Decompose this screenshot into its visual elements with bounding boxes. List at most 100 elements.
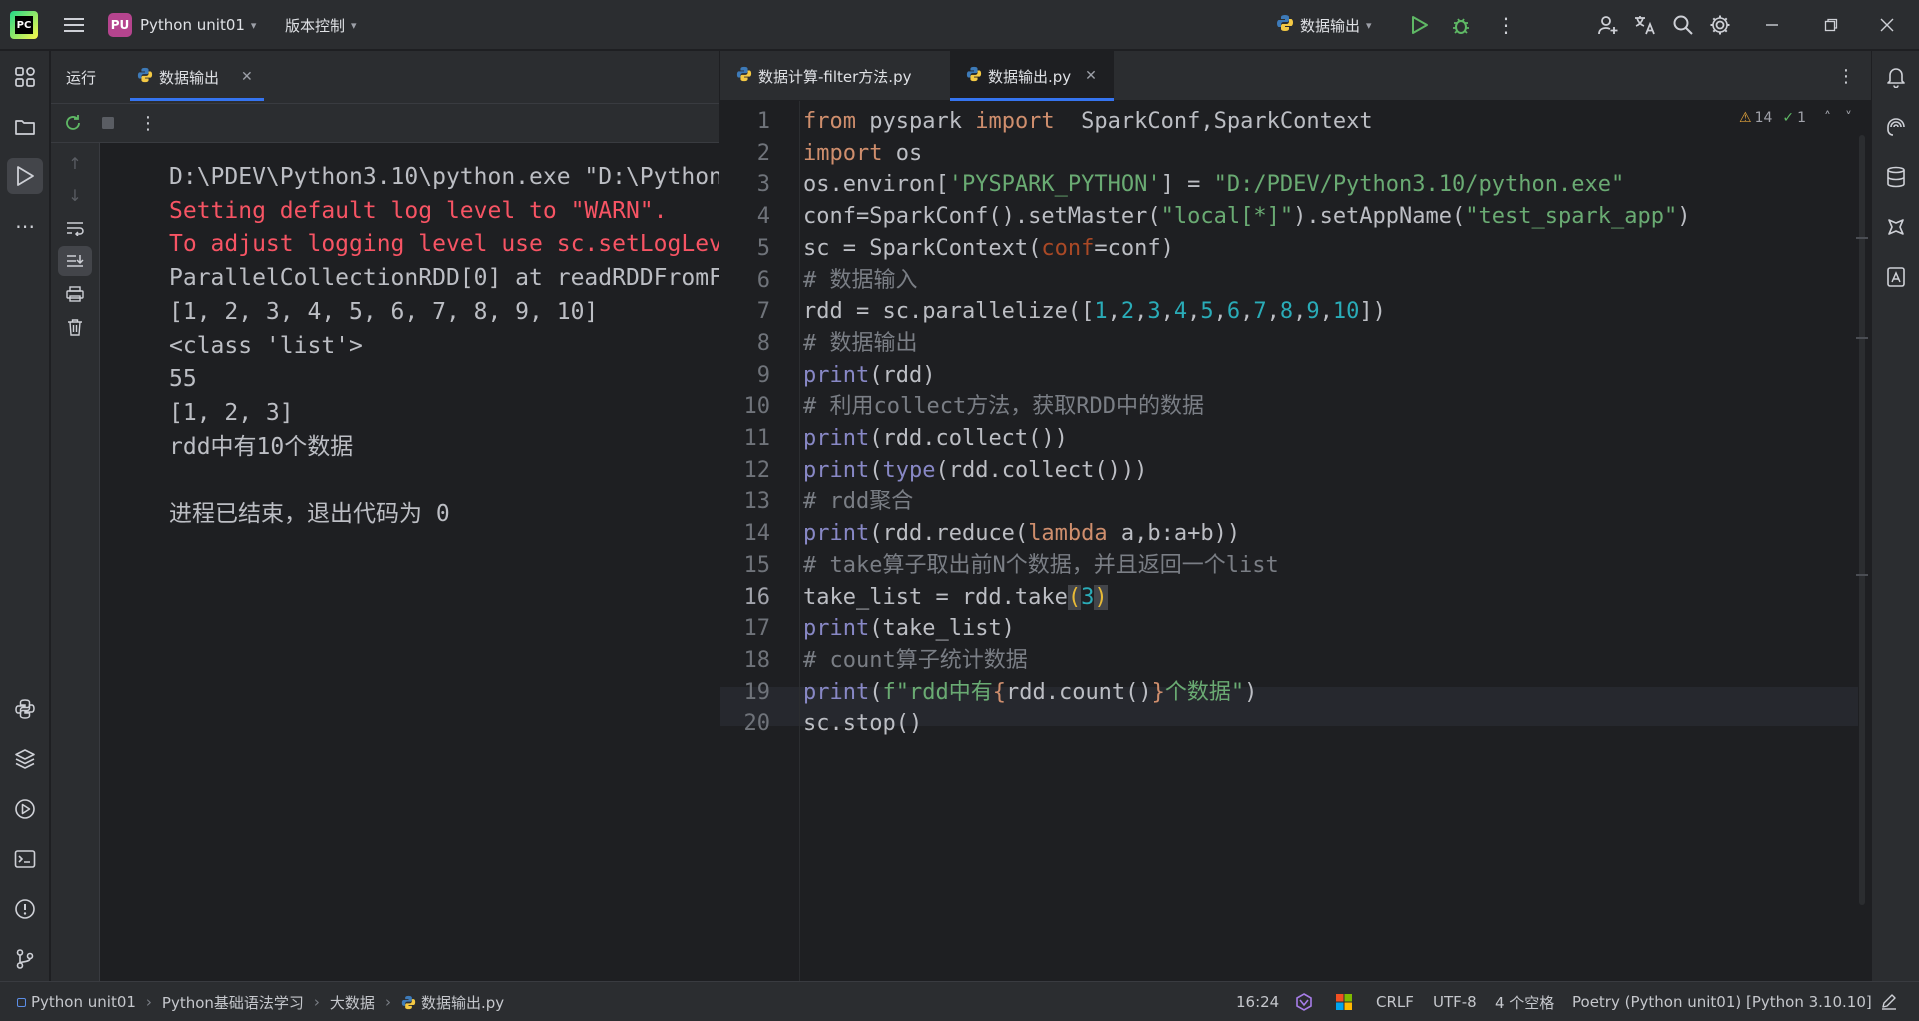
breadcrumb-subfolder[interactable]: 大数据: [330, 992, 375, 1013]
close-icon[interactable]: ✕: [241, 69, 253, 85]
problems-icon[interactable]: [7, 891, 43, 927]
code-token: ): [1244, 679, 1258, 705]
code-line[interactable]: rdd = sc.parallelize([1,2,3,4,5,6,7,8,9,…: [803, 297, 1386, 327]
code-line[interactable]: take_list = rdd.take(3): [803, 583, 1108, 613]
layers-icon[interactable]: [7, 741, 43, 777]
rerun-icon[interactable]: [56, 106, 90, 140]
chevron-up-icon[interactable]: ˄: [1824, 110, 1831, 126]
close-window-icon[interactable]: [1869, 7, 1905, 43]
project-selector[interactable]: PU Python unit01 ▾: [108, 10, 256, 40]
close-icon[interactable]: ✕: [1085, 68, 1097, 84]
code-line[interactable]: # 数据输出: [803, 329, 918, 359]
breadcrumb-folder[interactable]: Python基础语法学习: [162, 992, 304, 1013]
terminal-icon[interactable]: [7, 841, 43, 877]
code-editor[interactable]: 1 2 3 4 5 6 7 8 9 10 11 12 13 14 15 16 17 18 19 20 from pys…: [720, 101, 1871, 981]
caret-position[interactable]: 16:24: [1236, 982, 1279, 1021]
code-line[interactable]: from pyspark import SparkConf,SparkConte…: [803, 107, 1373, 137]
translate-icon[interactable]: [1627, 7, 1663, 43]
indent-setting[interactable]: 4 个空格: [1495, 982, 1554, 1021]
code-line[interactable]: # count算子统计数据: [803, 646, 1028, 676]
code-line[interactable]: sc = SparkContext(conf=conf): [803, 234, 1174, 264]
database-icon[interactable]: [1878, 159, 1914, 195]
code-line[interactable]: print(rdd): [803, 361, 935, 391]
code-line[interactable]: conf=SparkConf().setMaster("local[*]").s…: [803, 202, 1690, 232]
line-separator[interactable]: CRLF: [1376, 982, 1414, 1021]
translation-panel-icon[interactable]: [1878, 259, 1914, 295]
console-output[interactable]: D:\PDEV\Python3.10\python.exe "D:\Python…: [100, 143, 719, 981]
more-horizontal-icon[interactable]: ⋯: [7, 208, 43, 244]
python-console-icon[interactable]: [7, 691, 43, 727]
tab-filter-method[interactable]: 数据计算-filter方法.py: [720, 51, 950, 101]
run-tool-icon[interactable]: [7, 158, 43, 194]
line-number: 6: [756, 267, 770, 293]
console-line: 55: [169, 366, 197, 393]
plugin-icon[interactable]: [1878, 209, 1914, 245]
code-line[interactable]: import os: [803, 139, 922, 169]
check-icon: ✓: [1782, 110, 1795, 126]
soft-wrap-icon[interactable]: [58, 213, 92, 243]
code-line[interactable]: print(rdd.collect()): [803, 424, 1068, 454]
trash-icon[interactable]: [58, 312, 92, 342]
search-icon[interactable]: [1665, 7, 1701, 43]
stop-icon[interactable]: [91, 106, 125, 140]
run-toolbar: ⋮: [51, 103, 719, 143]
restore-icon[interactable]: [1813, 7, 1849, 43]
run-tab[interactable]: 数据输出 ✕: [129, 51, 261, 103]
code-line[interactable]: # 利用collect方法，获取RDD中的数据: [803, 392, 1204, 422]
more-vertical-icon[interactable]: ⋮: [1488, 7, 1524, 43]
gear-icon[interactable]: [1702, 7, 1738, 43]
pycharm-logo-icon[interactable]: PC: [10, 11, 38, 39]
code-token: (rdd.collect()): [869, 426, 1068, 451]
title-bar: PC PU Python unit01 ▾ 版本控制 ▾ 数据输出 ▾ ⋮: [0, 0, 1919, 50]
code-token: 3: [1147, 299, 1161, 325]
line-number: 9: [756, 362, 770, 388]
ai-assistant-icon[interactable]: [1878, 109, 1914, 145]
scroll-to-end-icon[interactable]: [58, 246, 92, 276]
services-icon[interactable]: [7, 791, 43, 827]
console-line: To adjust logging level use sc.setLogLev: [169, 231, 719, 258]
code-line[interactable]: sc.stop(): [803, 709, 922, 739]
chevron-down-icon[interactable]: ˅: [1845, 110, 1852, 126]
python-file-icon: [966, 66, 982, 86]
windows-icon[interactable]: [1335, 982, 1353, 1021]
lock-edit-icon[interactable]: [1880, 982, 1898, 1021]
code-line[interactable]: # rdd聚合: [803, 487, 913, 517]
code-line[interactable]: print(rdd.reduce(lambda a,b:a+b)): [803, 519, 1240, 549]
code-line[interactable]: # 数据输入: [803, 266, 918, 296]
print-icon[interactable]: [58, 279, 92, 309]
vcs-menu[interactable]: 版本控制 ▾: [285, 10, 357, 40]
line-number-gutter: 1 2 3 4 5 6 7 8 9 10 11 12 13 14 15 16 17 18 19 20: [720, 101, 800, 981]
run-icon[interactable]: [1402, 7, 1438, 43]
chevron-down-icon: ▾: [250, 18, 257, 32]
notifications-icon[interactable]: [1878, 59, 1914, 95]
code-line[interactable]: print(f"rdd中有{rdd.count()}个数据"): [803, 678, 1257, 708]
code-line[interactable]: print(take_list): [803, 614, 1015, 644]
ai-status-icon[interactable]: [1294, 982, 1314, 1021]
tab-data-output[interactable]: 数据输出.py ✕: [950, 51, 1114, 101]
breadcrumb-project[interactable]: Python unit01: [31, 993, 136, 1011]
code-line[interactable]: print(type(rdd.collect())): [803, 456, 1147, 486]
breadcrumb-file[interactable]: 数据输出.py: [421, 992, 504, 1013]
main-menu-icon[interactable]: [56, 7, 92, 43]
vertical-scrollbar[interactable]: [1859, 135, 1865, 905]
code-line[interactable]: os.environ['PYSPARK_PYTHON'] = "D:/PDEV/…: [803, 170, 1624, 200]
code-token: ]): [1359, 299, 1386, 325]
debug-icon[interactable]: [1443, 7, 1479, 43]
file-encoding[interactable]: UTF-8: [1433, 982, 1477, 1021]
code-line[interactable]: # take算子取出前N个数据，并且返回一个list: [803, 551, 1279, 581]
add-user-icon[interactable]: [1590, 7, 1626, 43]
code-token: ): [1677, 204, 1691, 230]
more-vertical-icon[interactable]: ⋮: [1828, 58, 1864, 94]
code-token: 3: [1081, 584, 1095, 610]
structure-icon[interactable]: [7, 59, 43, 95]
git-icon[interactable]: [7, 941, 43, 977]
inspection-widget[interactable]: ⚠ 14 ✓ 1 ˄ ˅: [1739, 110, 1852, 126]
run-config-selector[interactable]: 数据输出 ▾: [1276, 10, 1372, 40]
code-token: # 利用collect方法，获取RDD中的数据: [803, 394, 1204, 420]
more-vertical-icon[interactable]: ⋮: [131, 106, 165, 140]
arrow-up-icon[interactable]: ↑: [58, 148, 92, 178]
minimize-icon[interactable]: [1754, 7, 1790, 43]
interpreter[interactable]: Poetry (Python unit01) [Python 3.10.10]: [1572, 982, 1872, 1021]
folder-icon[interactable]: [7, 109, 43, 145]
arrow-down-icon[interactable]: ↓: [58, 180, 92, 210]
